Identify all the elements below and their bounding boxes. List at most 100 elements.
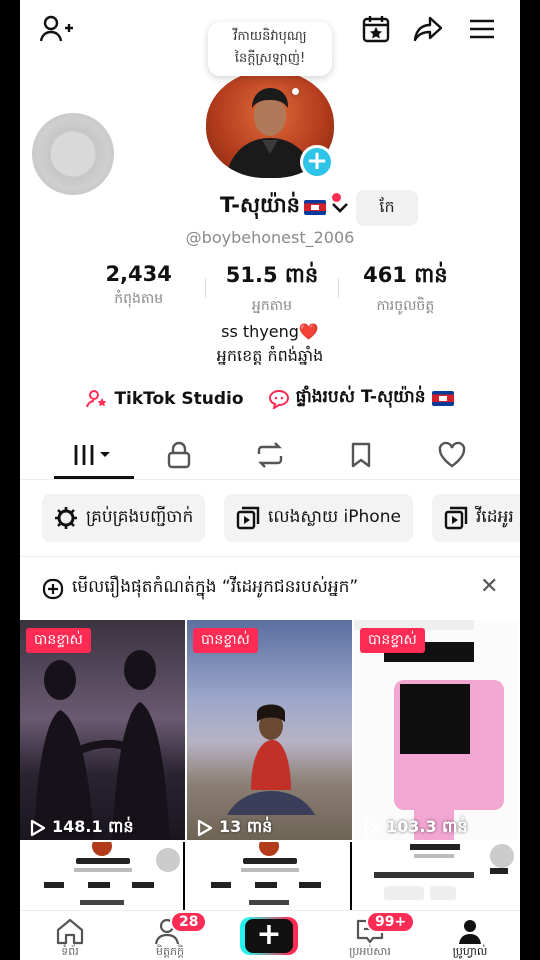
note-bubble[interactable]: វីកាយនិវាបុណ្យ នៃក្តីស្រឡាញ់! bbox=[208, 22, 332, 76]
videos-grid-icon bbox=[74, 445, 110, 465]
cambodia-flag-icon bbox=[304, 200, 326, 215]
playlist-label: ផ្ទាំងរបស់ T-សុយ៉ាន់ bbox=[295, 387, 426, 407]
username-handle: @boybehonest_2006 bbox=[185, 228, 355, 247]
stat-following[interactable]: 2,434 កំពុងតាម bbox=[72, 262, 205, 318]
nav-inbox-label: ប្រអប់សារ bbox=[349, 945, 391, 958]
stat-likes-value: 461 ពាន់ bbox=[363, 263, 448, 287]
repost-icon bbox=[257, 442, 283, 468]
notice-text: មើលរឿងផុតកំណត់ក្នុង “វីដេអូកជនរបស់អ្នក” bbox=[72, 577, 359, 597]
active-tab-indicator bbox=[54, 476, 134, 479]
stat-followers[interactable]: 51.5 ពាន់ អ្នកតាម bbox=[205, 262, 338, 318]
video-image bbox=[34, 650, 170, 840]
add-story-button[interactable]: + bbox=[300, 145, 334, 179]
nav-profile[interactable]: ប្រូហ្វាល់ bbox=[440, 917, 500, 960]
close-icon[interactable]: ✕ bbox=[480, 574, 498, 599]
video-image bbox=[374, 844, 514, 900]
note-line-1: វីកាយនិវាបុណ្យ bbox=[233, 29, 307, 44]
view-count: 148.1 ពាន់ bbox=[28, 816, 134, 840]
view-count-value: 103.3 ពាន់ bbox=[386, 817, 468, 836]
plus-icon: + bbox=[245, 919, 293, 953]
stat-divider bbox=[338, 278, 339, 298]
chevron-down-icon[interactable] bbox=[330, 201, 350, 215]
nav-home[interactable]: ទំព័រ bbox=[40, 917, 100, 960]
video-image bbox=[227, 704, 315, 815]
chip-label: វីដេអូរ bbox=[476, 506, 514, 527]
tab-private[interactable] bbox=[154, 438, 204, 472]
add-circle-icon bbox=[42, 578, 64, 599]
video-grid: បានខ្ទាស់ 148.1 ពាន់ បានខ្ទាស់ 13 ពាន់ ប… bbox=[20, 620, 520, 910]
stat-likes[interactable]: 461 ពាន់ ការចូលចិត្ត bbox=[339, 262, 472, 318]
video-thumbnail[interactable]: បានខ្ទាស់ 103.3 ពាន់ bbox=[354, 620, 519, 840]
nav-home-label: ទំព័រ bbox=[61, 945, 79, 958]
video-thumbnail[interactable]: បានខ្ទាស់ 13 ពាន់ bbox=[187, 620, 352, 840]
pinned-badge: បានខ្ទាស់ bbox=[26, 628, 91, 653]
create-button[interactable]: + bbox=[240, 917, 298, 955]
divider bbox=[20, 556, 520, 557]
gear-icon bbox=[55, 507, 77, 529]
inbox-badge: 99+ bbox=[366, 911, 416, 933]
expired-stories-notice[interactable]: មើលរឿងផុតកំណត់ក្នុង “វីដេអូកជនរបស់អ្នក” bbox=[42, 576, 502, 601]
slideshow-icon bbox=[236, 506, 260, 530]
video-thumbnail[interactable] bbox=[187, 842, 352, 910]
profile-screen: + វីកាយនិវាបុណ្យ នៃក្តីស្រឡាញ់! T-សុយ៉ាន… bbox=[20, 0, 520, 960]
view-count: 13 ពាន់ bbox=[195, 816, 272, 840]
home-icon bbox=[56, 918, 84, 945]
heart-icon bbox=[438, 441, 466, 468]
chip-label: លេងស្លាយ iPhone bbox=[268, 506, 401, 527]
stat-following-label: កំពុងតាម bbox=[114, 291, 164, 307]
stat-followers-label: អ្នកតាម bbox=[251, 298, 292, 314]
chat-bubble-icon bbox=[268, 389, 289, 409]
profile-icon bbox=[459, 920, 481, 944]
friends-badge: 28 bbox=[170, 911, 208, 933]
lock-icon bbox=[167, 441, 191, 469]
play-icon bbox=[30, 819, 46, 837]
note-line-2: នៃក្តីស្រឡាញ់! bbox=[234, 51, 306, 66]
pinned-badge: បានខ្ទាស់ bbox=[360, 628, 425, 653]
profile-bio: ss thyeng❤️ អ្នកខេត្ត កំពង់ឆ្នាំង bbox=[20, 320, 520, 368]
view-count: 103.3 ពាន់ bbox=[362, 816, 468, 840]
stat-likes-label: ការចូលចិត្ត bbox=[376, 298, 435, 314]
tab-liked[interactable] bbox=[427, 438, 477, 472]
profile-stats: 2,434 កំពុងតាម 51.5 ពាន់ អ្នកតាម 461 ពាន… bbox=[72, 262, 472, 318]
video-thumbnail[interactable] bbox=[20, 842, 185, 910]
nav-friends-label: មិត្តភក្តិ bbox=[156, 945, 184, 958]
calendar-star-icon[interactable] bbox=[358, 12, 394, 46]
bookmark-icon bbox=[351, 442, 371, 468]
slideshow-icon bbox=[444, 506, 468, 530]
view-count-value: 148.1 ពាន់ bbox=[52, 817, 134, 836]
chip-manage-playlists[interactable]: គ្រប់គ្រងបញ្ជីចាក់ bbox=[42, 494, 206, 542]
playlist-link[interactable]: ផ្ទាំងរបស់ T-សុយ៉ាន់ bbox=[268, 386, 454, 411]
stat-following-value: 2,434 bbox=[105, 262, 172, 286]
tab-reposts[interactable] bbox=[245, 438, 295, 472]
tiktok-studio-link[interactable]: TikTok Studio bbox=[86, 386, 244, 411]
stat-followers-value: 51.5 ពាន់ bbox=[225, 263, 319, 287]
filter-chips: គ្រប់គ្រងបញ្ជីចាក់ លេងស្លាយ iPhone វីដេអ… bbox=[42, 494, 520, 542]
nav-profile-label: ប្រូហ្វាល់ bbox=[452, 945, 488, 958]
edit-profile-button[interactable]: កែ bbox=[356, 190, 418, 226]
floating-assistive-button[interactable] bbox=[32, 113, 114, 195]
tab-videos[interactable] bbox=[64, 438, 124, 472]
chip-label: គ្រប់គ្រងបញ្ជីចាក់ bbox=[86, 506, 194, 527]
studio-icon bbox=[86, 389, 107, 407]
video-image bbox=[211, 842, 321, 905]
bottom-nav: ទំព័រ មិត្តភក្តិ 28 + ប្រអប់សារ 99+ ប្រូ… bbox=[20, 910, 520, 960]
pinned-badge: បានខ្ទាស់ bbox=[193, 628, 258, 653]
profile-name-row[interactable]: T-សុយ៉ាន់ bbox=[20, 192, 350, 223]
menu-icon[interactable] bbox=[464, 12, 500, 46]
chip-videos[interactable]: វីដេអូរ bbox=[432, 494, 520, 542]
notification-dot bbox=[332, 193, 341, 202]
video-thumbnail[interactable] bbox=[354, 842, 519, 910]
view-count-value: 13 ពាន់ bbox=[219, 817, 273, 836]
tab-saved[interactable] bbox=[336, 438, 386, 472]
chip-iphone-slideshow[interactable]: លេងស្លាយ iPhone bbox=[224, 494, 413, 542]
profile-name: T-សុយ៉ាន់ bbox=[220, 193, 300, 217]
video-thumbnail[interactable]: បានខ្ទាស់ 148.1 ពាន់ bbox=[20, 620, 185, 840]
share-icon[interactable] bbox=[410, 12, 446, 46]
play-icon bbox=[197, 819, 213, 837]
stat-divider bbox=[205, 278, 206, 298]
bio-line-1: ss thyeng❤️ bbox=[221, 322, 319, 341]
add-friend-icon[interactable] bbox=[36, 12, 76, 46]
video-image bbox=[354, 620, 504, 840]
bio-line-2: អ្នកខេត្ត កំពង់ឆ្នាំង bbox=[216, 346, 324, 365]
play-icon bbox=[364, 819, 380, 837]
